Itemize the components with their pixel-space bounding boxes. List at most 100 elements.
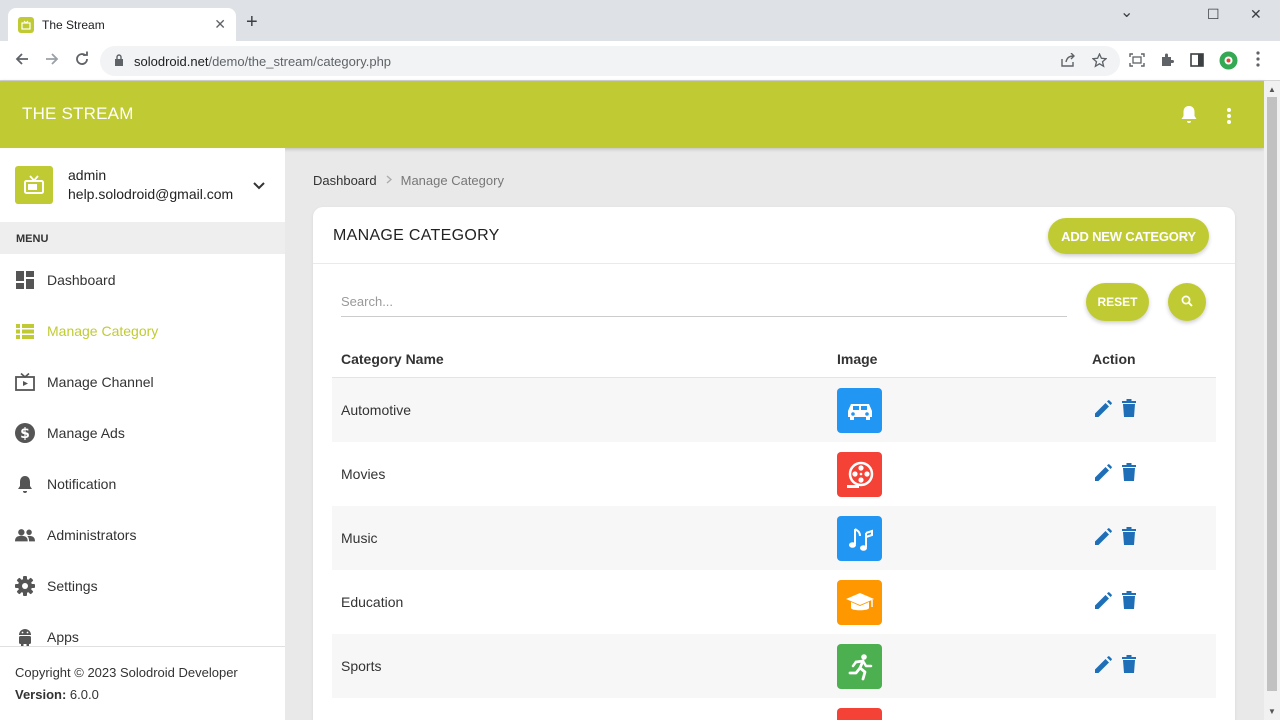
category-name: Music [341,530,378,546]
dollar-icon: $ [15,423,35,443]
delete-trash-icon[interactable] [1122,399,1138,419]
edit-pencil-icon[interactable] [1094,464,1114,484]
table-row: Music [332,506,1216,570]
table-row: Automotive [332,378,1216,442]
app-topbar: THE STREAM [0,81,1264,148]
sidebar-item-dashboard[interactable]: Dashboard [0,260,285,300]
app-brand[interactable]: THE STREAM [22,104,134,124]
add-category-button[interactable]: ADD NEW CATEGORY [1048,218,1209,254]
tab-close-icon[interactable]: ✕ [214,16,226,33]
extensions-icon[interactable] [1160,53,1174,70]
user-name: admin [68,167,107,183]
side-panel-icon[interactable] [1190,53,1204,70]
sidebar-item-label: Dashboard [47,272,116,288]
search-icon [1181,295,1193,310]
user-info: admin help.solodroid@gmail.com [0,148,285,222]
category-name: Automotive [341,402,412,418]
sidebar-item-manage-category[interactable]: Manage Category [0,311,285,351]
user-email: help.solodroid@gmail.com [68,186,234,202]
share-icon[interactable] [1061,52,1076,70]
table-row [332,698,1216,720]
people-icon [15,525,35,545]
delete-trash-icon[interactable] [1122,655,1138,675]
category-name: Education [341,594,404,610]
notification-bell-icon[interactable] [1180,105,1198,123]
edit-pencil-icon[interactable] [1094,592,1114,612]
card-header: MANAGE CATEGORY ADD NEW CATEGORY [313,207,1235,264]
sidebar-item-label: Settings [47,578,98,594]
sidebar-item-manage-ads[interactable]: $ Manage Ads [0,413,285,453]
sidebar-item-settings[interactable]: Settings [0,566,285,606]
maximize-icon[interactable]: ☐ [1207,6,1220,23]
screen-capture-icon[interactable] [1129,53,1145,70]
breadcrumb-home[interactable]: Dashboard [313,173,377,188]
page-scrollbar[interactable]: ▲ ▼ [1264,81,1280,720]
category-image-partial [837,708,882,720]
minimize-icon[interactable]: ⌄ [1120,2,1133,22]
tab-title: The Stream [42,17,105,32]
column-header-image: Image [837,351,878,367]
sidebar-item-administrators[interactable]: Administrators [0,515,285,555]
sidebar-item-label: Manage Ads [47,425,125,441]
forward-icon[interactable] [44,51,60,72]
sidebar-footer: Copyright © 2023 Solodroid Developer Ver… [0,646,285,720]
back-icon[interactable] [14,51,30,72]
sidebar-item-notification[interactable]: Notification [0,464,285,504]
table-row: Movies [332,442,1216,506]
more-options-icon[interactable] [1226,107,1234,125]
window-close-icon[interactable]: ✕ [1250,6,1262,23]
sidebar: admin help.solodroid@gmail.com MENU Dash… [0,148,285,720]
avatar [15,166,53,204]
delete-trash-icon[interactable] [1122,591,1138,611]
url-text: solodroid.net/demo/the_stream/category.p… [134,53,392,69]
reset-button[interactable]: RESET [1086,283,1149,321]
category-name: Sports [341,658,382,674]
edit-pencil-icon[interactable] [1094,400,1114,420]
bookmark-star-icon[interactable] [1091,52,1108,71]
column-header-action: Action [1092,351,1136,367]
music-note-icon [837,516,882,561]
copyright-text: Copyright © 2023 Solodroid Developer [15,665,238,680]
url-field[interactable]: solodroid.net/demo/the_stream/category.p… [100,46,1120,76]
film-reel-icon [837,452,882,497]
delete-trash-icon[interactable] [1122,527,1138,547]
android-icon [15,627,35,647]
graduation-cap-icon [837,580,882,625]
chevron-down-icon[interactable] [252,178,266,192]
chevron-right-icon [386,175,392,187]
address-bar: solodroid.net/demo/the_stream/category.p… [0,41,1280,81]
sidebar-item-label: Manage Channel [47,374,154,390]
search-button[interactable] [1168,283,1206,321]
column-header-name[interactable]: Category Name [341,351,444,367]
scroll-up-icon[interactable]: ▲ [1268,85,1276,94]
tv-favicon-icon [18,16,34,33]
profile-avatar-icon[interactable] [1219,51,1238,73]
browser-tab[interactable]: The Stream ✕ [8,8,236,41]
dashboard-icon [15,270,35,290]
table-row: Education [332,570,1216,634]
edit-pencil-icon[interactable] [1094,656,1114,676]
edit-pencil-icon[interactable] [1094,528,1114,548]
page-title: MANAGE CATEGORY [333,227,500,244]
new-tab-button[interactable]: + [246,12,258,32]
svg-text:$: $ [20,426,30,442]
breadcrumb: Dashboard Manage Category [313,173,504,188]
reload-icon[interactable] [74,51,90,72]
browser-menu-icon[interactable] [1256,51,1260,70]
bell-icon [15,474,35,494]
sidebar-item-manage-channel[interactable]: Manage Channel [0,362,285,402]
search-input[interactable] [341,287,1067,317]
delete-trash-icon[interactable] [1122,463,1138,483]
category-name: Movies [341,466,386,482]
sidebar-item-label: Manage Category [47,323,159,339]
sidebar-item-label: Administrators [47,527,137,543]
scroll-down-icon[interactable]: ▼ [1268,707,1276,716]
lock-icon [114,53,124,69]
running-person-icon [837,644,882,689]
gear-icon [15,576,35,596]
app-root: THE STREAM admin help.solodroid@gmail.co… [0,81,1264,720]
sidebar-item-label: Notification [47,476,117,492]
sidebar-item-label: Apps [47,629,79,645]
version-text: Version: 6.0.0 [15,687,99,702]
scrollbar-thumb[interactable] [1267,97,1277,691]
